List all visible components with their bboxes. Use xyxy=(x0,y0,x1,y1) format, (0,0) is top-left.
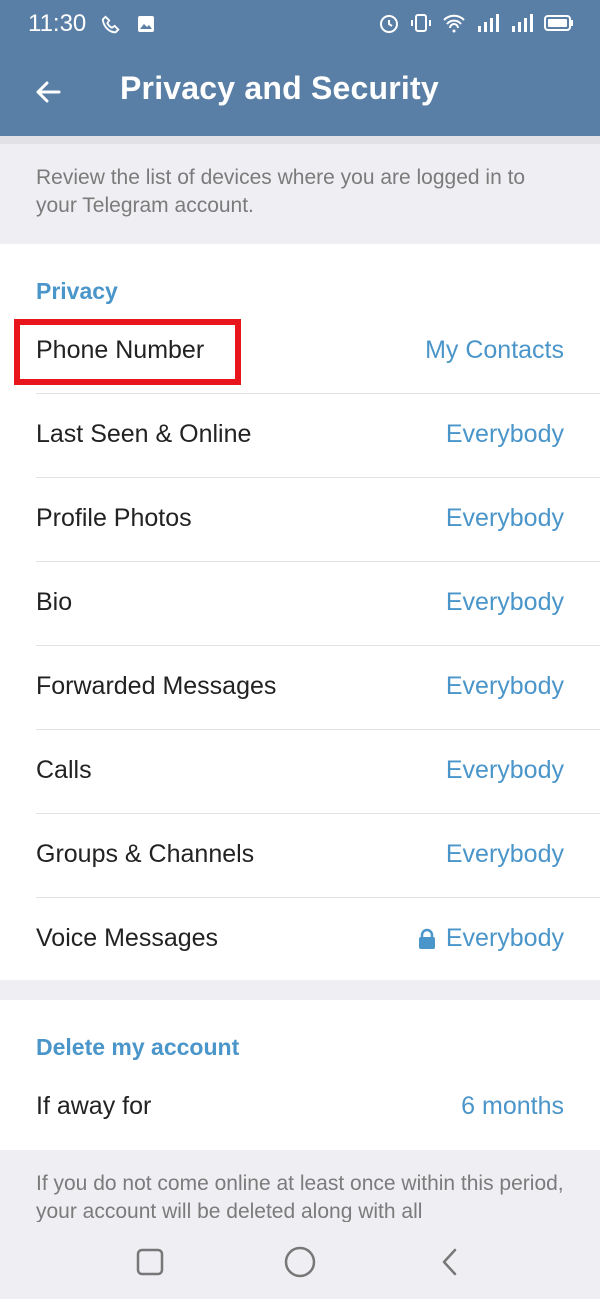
row-value: Everybody xyxy=(446,420,564,449)
image-icon xyxy=(136,14,156,41)
row-value-text: 6 months xyxy=(461,1092,564,1120)
row-value-text: Everybody xyxy=(445,672,564,700)
row-value-text: My Contacts xyxy=(425,336,564,364)
page-title: Privacy and Security xyxy=(120,70,439,106)
row-value-text: Everybody xyxy=(445,840,564,868)
devices-info-text: Review the list of devices where you are… xyxy=(36,166,526,217)
recent-apps-button[interactable] xyxy=(130,1242,170,1282)
row-label: Calls xyxy=(36,756,92,784)
row-label: Last Seen & Online xyxy=(36,420,252,448)
status-time: 11:30 xyxy=(28,10,87,37)
row-value-text: Everybody xyxy=(445,756,564,784)
row-value: Everybody xyxy=(418,924,564,953)
row-label: If away for xyxy=(36,1092,152,1120)
nav-back-button[interactable] xyxy=(430,1242,470,1282)
delete-account-note: If you do not come online at least once … xyxy=(0,1150,600,1225)
row-value-text: Everybody xyxy=(445,924,564,952)
row-value: Everybody xyxy=(446,672,564,701)
section-gap xyxy=(0,980,600,1000)
row-value: 6 months xyxy=(461,1092,564,1121)
row-label: Profile Photos xyxy=(36,504,192,532)
back-icon xyxy=(442,1248,457,1276)
row-value: Everybody xyxy=(446,840,564,869)
back-arrow-icon xyxy=(36,81,61,103)
privacy-row-voice-messages[interactable]: Voice Messages Everybody xyxy=(0,898,600,982)
status-bar: 11:30 xyxy=(0,0,600,50)
row-value: Everybody xyxy=(446,504,564,533)
highlight-box xyxy=(14,319,241,385)
privacy-row-groups-channels[interactable]: Groups & Channels Everybody xyxy=(0,814,600,898)
row-value-text: Everybody xyxy=(445,588,564,616)
privacy-row-calls[interactable]: Calls Everybody xyxy=(0,730,600,814)
privacy-row-profile-photos[interactable]: Profile Photos Everybody xyxy=(0,478,600,562)
row-value: Everybody xyxy=(446,588,564,617)
row-label: Bio xyxy=(36,588,73,616)
app-bar: Privacy and Security xyxy=(0,50,600,136)
battery-icon xyxy=(544,12,574,39)
row-label: Voice Messages xyxy=(36,924,219,952)
privacy-row-last-seen[interactable]: Last Seen & Online Everybody xyxy=(0,394,600,478)
phone-call-icon xyxy=(100,14,122,41)
row-value: My Contacts xyxy=(425,336,564,365)
alarm-icon xyxy=(378,12,400,39)
lock-icon xyxy=(418,928,435,949)
devices-info[interactable]: Review the list of devices where you are… xyxy=(0,136,600,244)
privacy-header: Privacy xyxy=(36,278,118,304)
delete-account-section: Delete my account If away for 6 months xyxy=(0,1000,600,1150)
signal-icon xyxy=(476,12,500,39)
back-button[interactable] xyxy=(28,72,68,112)
row-label: Forwarded Messages xyxy=(36,672,277,700)
recent-apps-icon xyxy=(136,1248,164,1276)
privacy-row-bio[interactable]: Bio Everybody xyxy=(0,562,600,646)
row-label: Groups & Channels xyxy=(36,840,255,868)
delete-row-if-away-for[interactable]: If away for 6 months xyxy=(0,1066,600,1150)
row-value: Everybody xyxy=(446,756,564,785)
delete-account-header: Delete my account xyxy=(36,1034,240,1060)
row-value-text: Everybody xyxy=(445,504,564,532)
delete-account-note-text: If you do not come online at least once … xyxy=(36,1172,564,1223)
vibrate-icon xyxy=(410,12,432,39)
home-button[interactable] xyxy=(280,1242,320,1282)
privacy-row-forwarded-messages[interactable]: Forwarded Messages Everybody xyxy=(0,646,600,730)
row-value-text: Everybody xyxy=(445,420,564,448)
signal-icon xyxy=(510,12,534,39)
home-icon xyxy=(284,1246,316,1278)
wifi-icon xyxy=(442,12,466,39)
system-nav-bar xyxy=(0,1222,600,1299)
